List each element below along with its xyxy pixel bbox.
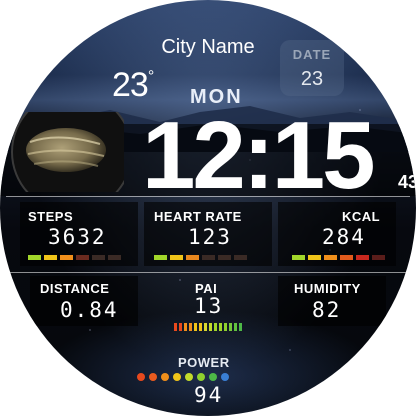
kcal-bar [372, 255, 385, 260]
pai-bar [234, 323, 237, 331]
heart-rate-bar [218, 255, 231, 260]
city-name[interactable]: City Name [0, 36, 416, 59]
pai-value[interactable]: 13 [194, 294, 223, 318]
pai-bar [204, 323, 207, 331]
date-value: 23 [300, 68, 324, 90]
steps-bar [108, 255, 121, 260]
pai-bar [214, 323, 217, 331]
heart-rate-bar [154, 255, 167, 260]
pai-bar [209, 323, 212, 331]
pai-bar [194, 323, 197, 331]
kcal-bar [324, 255, 337, 260]
steps-bar [44, 255, 57, 260]
degree-symbol: ° [147, 68, 154, 85]
steps-value: 3632 [48, 225, 107, 249]
pai-bar [224, 323, 227, 331]
pai-bar [179, 323, 182, 331]
steps-bar [28, 255, 41, 260]
pai-bar [199, 323, 202, 331]
steps-bar [76, 255, 89, 260]
divider-top [6, 196, 410, 197]
temperature[interactable]: 23° [112, 66, 154, 105]
power-label[interactable]: POWER [178, 355, 230, 370]
power-dot [185, 373, 193, 381]
steps-bars [28, 255, 121, 260]
pai-bar [229, 323, 232, 331]
heart-rate-bars [154, 255, 247, 260]
power-dot [209, 373, 217, 381]
power-dot [137, 373, 145, 381]
distance-value: 0.84 [60, 298, 119, 322]
pai-bar [189, 323, 192, 331]
power-value[interactable]: 94 [194, 383, 223, 407]
distance-label: DISTANCE [40, 281, 110, 296]
time-hours-minutes: 12:15 [142, 102, 376, 209]
power-dot [173, 373, 181, 381]
pai-bars [174, 323, 242, 331]
steps-bar [60, 255, 73, 260]
kcal-bar [356, 255, 369, 260]
power-dot [149, 373, 157, 381]
steps-label: STEPS [28, 209, 74, 224]
power-dot [161, 373, 169, 381]
heart-rate-label: HEART RATE [154, 209, 242, 224]
humidity-value: 82 [312, 298, 342, 322]
power-dot [221, 373, 229, 381]
heart-rate-value: 123 [188, 225, 232, 249]
watch-face: City Name 23° MON DATE 23 12:15 43 STEPS… [0, 0, 416, 416]
pai-bar [174, 323, 177, 331]
heart-rate-bar [186, 255, 199, 260]
kcal-bar [292, 255, 305, 260]
heart-rate-bar [170, 255, 183, 260]
kcal-label: KCAL [342, 209, 381, 224]
heart-rate-bar [202, 255, 215, 260]
divider-middle [6, 272, 410, 273]
heart-rate-bar [234, 255, 247, 260]
time-seconds: 43 [398, 172, 416, 192]
pai-bar [184, 323, 187, 331]
power-dot [197, 373, 205, 381]
kcal-bars [292, 255, 385, 260]
steps-bar [92, 255, 105, 260]
temperature-value: 23 [112, 66, 149, 104]
pai-bar [239, 323, 242, 331]
moon-phase-icon[interactable] [8, 112, 124, 192]
power-dots [137, 373, 229, 381]
kcal-bar [340, 255, 353, 260]
kcal-bar [308, 255, 321, 260]
kcal-value: 284 [322, 225, 366, 249]
date-label: DATE [292, 47, 332, 62]
pai-bar [219, 323, 222, 331]
humidity-label: HUMIDITY [294, 281, 361, 296]
